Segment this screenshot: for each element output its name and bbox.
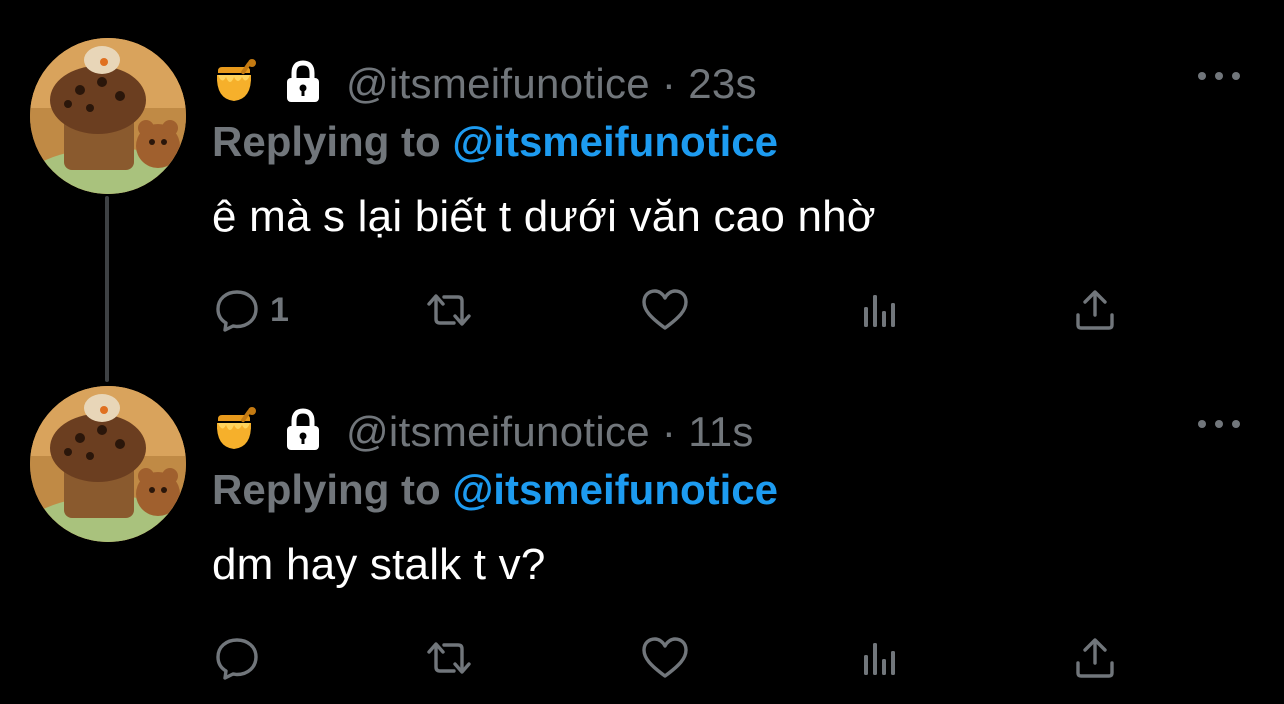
retweet-icon — [427, 642, 471, 674]
retweet-button[interactable] — [424, 628, 474, 688]
retweet-icon — [427, 294, 471, 326]
tweet[interactable]: @itsmeifunotice · 11s Replying to @itsme… — [0, 348, 1284, 696]
views-button[interactable] — [856, 280, 906, 340]
like-button[interactable] — [640, 280, 690, 340]
replying-mention-link[interactable]: @itsmeifunotice — [452, 118, 778, 165]
separator-dot: · — [661, 60, 677, 107]
reply-icon — [216, 290, 258, 332]
reply-icon — [216, 638, 258, 680]
timestamp[interactable]: 11s — [688, 408, 754, 456]
retweet-button[interactable] — [424, 280, 474, 340]
author-handle[interactable]: @itsmeifunotice — [346, 60, 650, 108]
lock-icon — [280, 59, 346, 110]
reply-count: 1 — [270, 290, 289, 329]
tweet-header: @itsmeifunotice · 23s — [212, 56, 757, 112]
replying-label: Replying to — [212, 118, 453, 165]
honey-pot-icon — [212, 406, 280, 458]
share-button[interactable] — [1070, 628, 1120, 688]
reply-button[interactable]: 1 — [212, 280, 289, 340]
tweet-text: dm hay stalk t v? — [212, 540, 546, 589]
replying-to: Replying to @itsmeifunotice — [212, 466, 778, 514]
lock-icon — [280, 407, 346, 458]
share-icon — [1076, 638, 1114, 678]
more-icon[interactable] — [1198, 66, 1240, 86]
share-icon — [1076, 290, 1114, 330]
tweet[interactable]: @itsmeifunotice · 23s Replying to @itsme… — [0, 0, 1284, 348]
like-button[interactable] — [640, 628, 690, 688]
tweet-actions — [212, 628, 1132, 688]
views-button[interactable] — [856, 628, 906, 688]
heart-icon — [642, 637, 688, 678]
heart-icon — [642, 289, 688, 330]
separator-dot: · — [661, 408, 677, 455]
timestamp[interactable]: 23s — [688, 60, 757, 108]
replying-to: Replying to @itsmeifunotice — [212, 118, 778, 166]
more-icon[interactable] — [1198, 414, 1240, 434]
reply-button[interactable] — [212, 628, 270, 688]
tweet-actions: 1 — [212, 280, 1132, 340]
avatar[interactable] — [30, 386, 186, 542]
share-button[interactable] — [1070, 280, 1120, 340]
author-handle[interactable]: @itsmeifunotice — [346, 408, 650, 456]
tweet-text: ê mà s lại biết t dưới văn cao nhờ — [212, 192, 876, 241]
tweet-header: @itsmeifunotice · 11s — [212, 404, 754, 460]
replying-label: Replying to — [212, 466, 453, 513]
analytics-icon — [864, 643, 895, 675]
replying-mention-link[interactable]: @itsmeifunotice — [452, 466, 778, 513]
analytics-icon — [864, 295, 895, 327]
avatar[interactable] — [30, 38, 186, 194]
honey-pot-icon — [212, 58, 280, 110]
